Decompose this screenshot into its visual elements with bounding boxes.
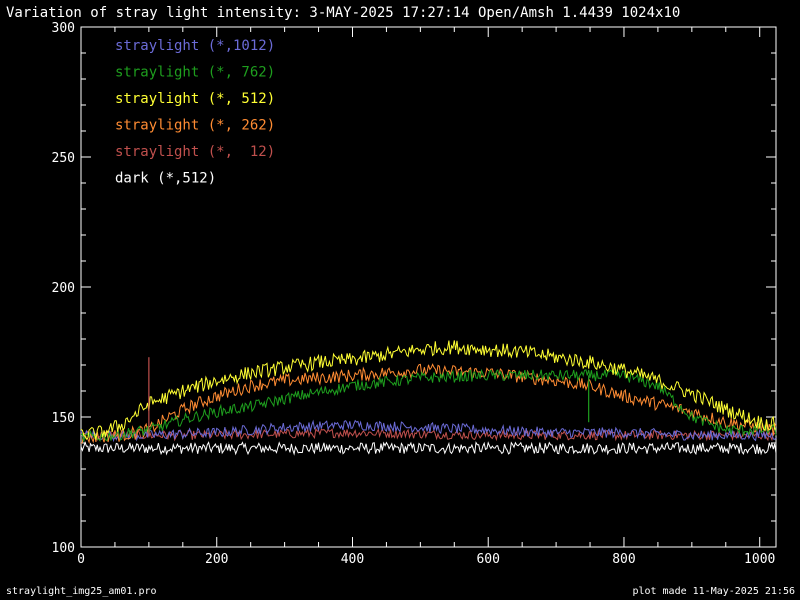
chart-title: Variation of stray light intensity: 3-MA… xyxy=(6,5,680,21)
legend: straylight (*,1012) straylight (*, 762) st… xyxy=(115,38,275,187)
y-tick-label: 250 xyxy=(52,151,75,166)
series-line xyxy=(80,427,777,442)
y-tick-label: 150 xyxy=(52,411,75,426)
footer-timestamp: plot made 11-May-2025 21:56 xyxy=(632,586,795,597)
x-tick-label: 1000 xyxy=(744,552,775,567)
series-line xyxy=(80,419,777,443)
series-lines xyxy=(80,340,777,456)
series-line xyxy=(80,440,777,456)
x-tick-label: 800 xyxy=(612,552,635,567)
x-tick-label: 0 xyxy=(77,552,85,567)
y-tick-label: 200 xyxy=(52,281,75,296)
legend-entry: straylight (*, 12) xyxy=(115,144,275,160)
x-tick-label: 200 xyxy=(205,552,228,567)
straylight-chart: Variation of stray light intensity: 3-MA… xyxy=(6,5,795,597)
legend-entry: dark (*,512) xyxy=(115,171,216,187)
x-tick-label: 400 xyxy=(341,552,364,567)
legend-entry: straylight (*, 262) xyxy=(115,118,275,134)
x-tick-label: 600 xyxy=(476,552,499,567)
legend-entry: straylight (*,1012) xyxy=(115,38,275,54)
footer-program: straylight_img25_am01.pro xyxy=(6,586,157,597)
legend-entry: straylight (*, 762) xyxy=(115,65,275,81)
legend-entry: straylight (*, 512) xyxy=(115,91,275,107)
y-tick-label: 300 xyxy=(52,21,75,36)
y-tick-label: 100 xyxy=(52,541,75,556)
